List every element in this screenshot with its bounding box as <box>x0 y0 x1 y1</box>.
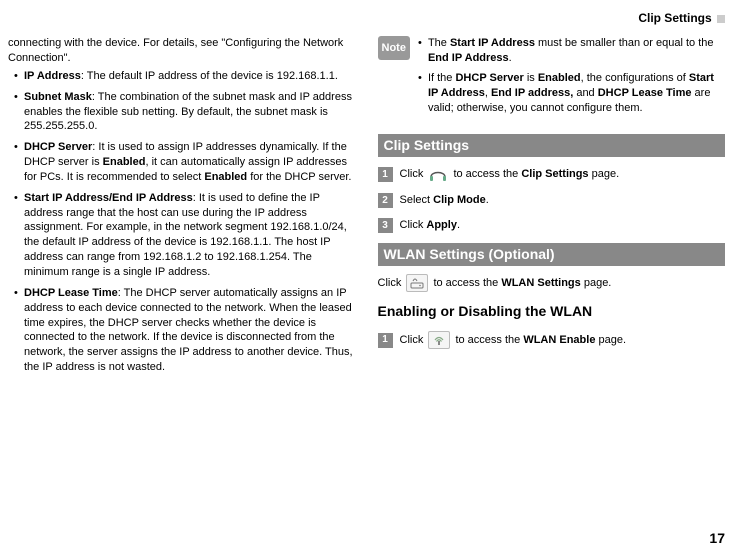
text: to access the <box>450 168 521 180</box>
text: . <box>457 219 460 231</box>
intro-paragraph: connecting with the device. For details,… <box>8 36 356 66</box>
note-text: is <box>524 72 538 84</box>
note-box: Note The Start IP Address must be smalle… <box>378 36 726 120</box>
note-text: The <box>428 37 450 49</box>
text: Click <box>400 219 427 231</box>
note-text: . <box>509 52 512 64</box>
note-list: The Start IP Address must be smaller tha… <box>416 36 725 120</box>
note-item: If the DHCP Server is Enabled, the confi… <box>416 71 725 116</box>
term-bold: Enabled <box>204 171 247 183</box>
definition-list: IP Address: The default IP address of th… <box>8 69 356 375</box>
term: DHCP Server <box>24 141 92 153</box>
note-text: , the configurations of <box>581 72 689 84</box>
term-text: : The default IP address of the device i… <box>81 70 338 82</box>
wireless-signal-icon <box>428 331 450 349</box>
step-text: Click to access the Clip Settings page. <box>400 165 726 183</box>
right-column: Note The Start IP Address must be smalle… <box>378 36 726 381</box>
header-marker-icon <box>717 15 725 23</box>
headphones-icon <box>428 165 448 183</box>
step-text: Click Apply. <box>400 218 726 233</box>
note-bold: Enabled <box>538 72 581 84</box>
wlan-settings-header: WLAN Settings (Optional) <box>378 243 726 266</box>
text-bold: Clip Mode <box>433 194 486 206</box>
list-item: Subnet Mask: The combination of the subn… <box>8 90 356 135</box>
term-text: : The DHCP server automatically assigns … <box>24 287 353 373</box>
wlan-intro-row: Click to access the WLAN Settings page. <box>378 274 726 292</box>
step-text: Click to access the WLAN Enable page. <box>400 331 726 349</box>
step-number-badge: 3 <box>378 218 393 233</box>
text: page. <box>581 277 612 289</box>
page-number: 17 <box>709 529 725 548</box>
list-item: IP Address: The default IP address of th… <box>8 69 356 84</box>
term: Start IP Address/End IP Address <box>24 192 193 204</box>
term-text: for the DHCP server. <box>247 171 351 183</box>
text: Click <box>400 168 427 180</box>
step-row: 1 Click to access the Clip Settings page… <box>378 165 726 183</box>
note-bold: Start IP Address <box>450 37 535 49</box>
step-number-badge: 1 <box>378 333 393 348</box>
wireless-device-icon <box>406 274 428 292</box>
text: Select <box>400 194 434 206</box>
wlan-enable-subtitle: Enabling or Disabling the WLAN <box>378 302 726 321</box>
note-bold: DHCP Lease Time <box>598 87 692 99</box>
step-text: Click to access the WLAN Settings page. <box>378 274 726 292</box>
list-item: DHCP Server: It is used to assign IP add… <box>8 140 356 185</box>
step-text: Select Clip Mode. <box>400 193 726 208</box>
text-bold: Apply <box>426 219 457 231</box>
note-text: and <box>573 87 597 99</box>
note-bold: End IP Address <box>428 52 509 64</box>
text-bold: WLAN Settings <box>501 277 580 289</box>
step-row: 3 Click Apply. <box>378 218 726 233</box>
left-column: connecting with the device. For details,… <box>8 36 356 381</box>
text: . <box>486 194 489 206</box>
text: page. <box>589 168 620 180</box>
note-text: must be smaller than or equal to the <box>535 37 714 49</box>
term-text: : It is used to define the IP address ra… <box>24 192 347 278</box>
text: to access the <box>452 334 523 346</box>
step-row: 1 Click to access the WLAN Enable page. <box>378 331 726 349</box>
page-header: Clip Settings <box>8 10 725 30</box>
note-badge: Note <box>378 36 410 60</box>
term: Subnet Mask <box>24 91 92 103</box>
step-row: 2 Select Clip Mode. <box>378 193 726 208</box>
text: Click <box>378 277 405 289</box>
note-bold: End IP address, <box>491 87 573 99</box>
step-number-badge: 1 <box>378 167 393 182</box>
note-item: The Start IP Address must be smaller tha… <box>416 36 725 66</box>
list-item: DHCP Lease Time: The DHCP server automat… <box>8 286 356 375</box>
text: page. <box>595 334 626 346</box>
content-columns: connecting with the device. For details,… <box>8 36 725 381</box>
note-text: If the <box>428 72 456 84</box>
text: to access the <box>430 277 501 289</box>
note-bold: DHCP Server <box>455 72 523 84</box>
list-item: Start IP Address/End IP Address: It is u… <box>8 191 356 280</box>
term: DHCP Lease Time <box>24 287 118 299</box>
text: Click <box>400 334 427 346</box>
term: IP Address <box>24 70 81 82</box>
page-header-title: Clip Settings <box>638 11 711 25</box>
step-number-badge: 2 <box>378 193 393 208</box>
term-bold: Enabled <box>103 156 146 168</box>
text-bold: WLAN Enable <box>523 334 595 346</box>
text-bold: Clip Settings <box>521 168 588 180</box>
clip-settings-header: Clip Settings <box>378 134 726 157</box>
